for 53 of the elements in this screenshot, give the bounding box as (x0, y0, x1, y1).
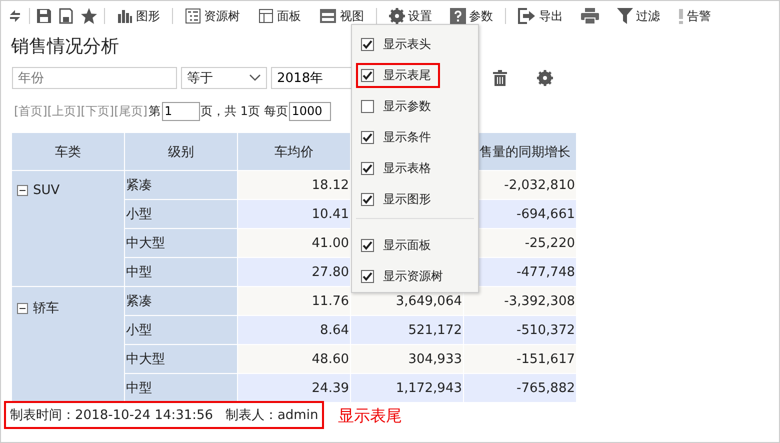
table-cell: 8.64 (238, 316, 350, 344)
table-cell: 1,172,943 (350, 374, 464, 402)
menu-item[interactable]: 显示表头 (356, 32, 474, 57)
table-cell: 小型 (124, 200, 238, 228)
table-cell: -765,882 (464, 374, 576, 402)
pager-text: 第 (148, 102, 160, 120)
pager-link[interactable]: [上页] (47, 102, 81, 120)
column-header: 级别 (124, 132, 238, 170)
toolbar-button[interactable]: 资源树 (179, 8, 246, 24)
table-cell: 10.41 (238, 200, 350, 228)
toolbar-button[interactable]: 视图 (313, 8, 370, 24)
category-label: SUV (33, 183, 60, 198)
pager-link[interactable]: [下页] (80, 102, 114, 120)
toolbar-button[interactable]: 导出 (512, 8, 569, 24)
table-cell: 中型 (124, 374, 238, 402)
toolbar-button[interactable]: 告警 (672, 8, 717, 24)
table-cell: 27.80 (238, 258, 350, 286)
menu-item[interactable]: 显示表尾 (356, 63, 440, 88)
operator-dropdown[interactable]: 等于 (181, 67, 267, 89)
toolbar-button[interactable]: 参数 (444, 8, 499, 24)
menu-item[interactable]: 显示参数 (356, 94, 474, 119)
page-input[interactable]: 1 (162, 102, 200, 120)
annotation-label: 显示表尾 (338, 406, 402, 427)
table-cell: 中型 (124, 258, 238, 286)
table-cell: 18.12 (238, 170, 350, 200)
table-cell: 24.39 (238, 374, 350, 402)
report-footer: 制表时间：2018-10-24 14:31:56 制表人：admin (4, 401, 324, 429)
page-size-input[interactable]: 1000 (288, 102, 331, 120)
table-cell: 48.60 (238, 344, 350, 374)
table-cell: 41.00 (238, 228, 350, 258)
table-cell: 521,172 (350, 316, 464, 344)
category-label: 轿车 (33, 300, 59, 317)
table-cell: 小型 (124, 316, 238, 344)
toolbar-button[interactable]: 图形 (111, 8, 166, 24)
table-cell: -151,617 (464, 344, 576, 374)
pager-text: 页，共 1页 每页 (200, 102, 288, 120)
pager-link[interactable]: [尾页] (114, 102, 148, 120)
table-cell: 11.76 (238, 286, 350, 316)
table-cell: -510,372 (464, 316, 576, 344)
pager-link[interactable]: [首页] (14, 102, 48, 120)
toolbar-button[interactable]: 设置 (383, 8, 438, 24)
table-cell: 中大型 (124, 228, 238, 258)
table-cell: 中大型 (124, 344, 238, 374)
toolbar-button[interactable]: 面板 (252, 8, 307, 24)
table-cell: -3,392,308 (464, 286, 576, 316)
field-name-input[interactable]: 年份 (12, 67, 177, 89)
column-header: 车类 (12, 132, 124, 170)
table-cell: 紧凑 (124, 286, 238, 316)
table-cell: 304,933 (350, 344, 464, 374)
report-title: 销售情况分析 (11, 35, 119, 59)
column-header: 车均价 (238, 132, 350, 170)
table-cell: 紧凑 (124, 170, 238, 200)
toolbar-button[interactable]: 过滤 (611, 8, 666, 24)
